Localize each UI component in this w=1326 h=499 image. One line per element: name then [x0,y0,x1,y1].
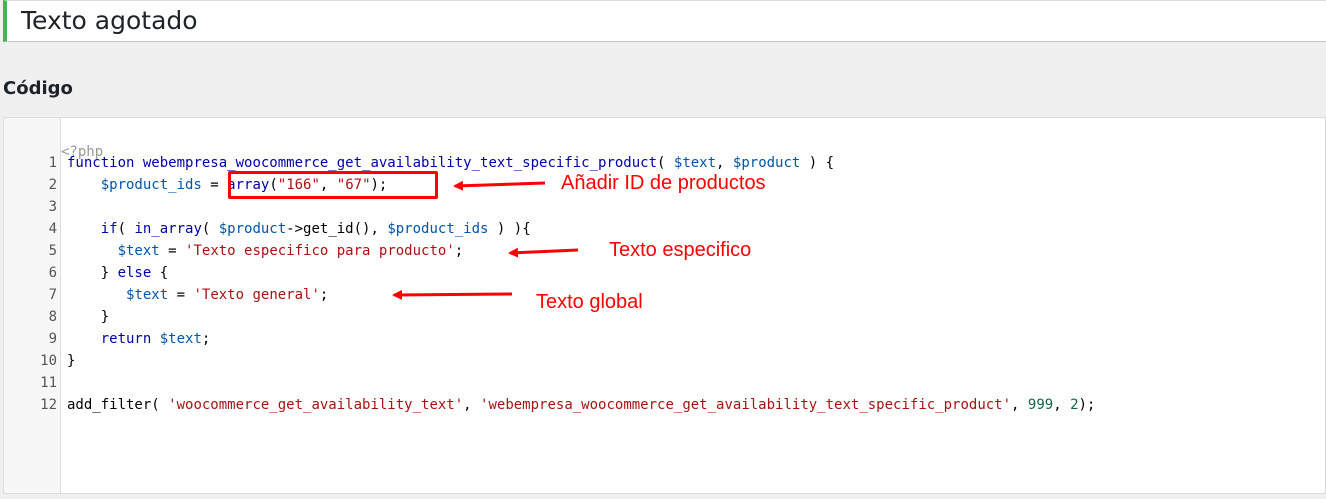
annotation-add-ids: Añadir ID de productos [561,172,766,194]
annotation-specific-text: Texto especifico [609,239,752,261]
arrow-specific-text [508,247,579,258]
arrow-add-ids [453,180,546,191]
arrow-global-text [392,289,513,300]
annotation-global-text: Texto global [536,291,643,313]
